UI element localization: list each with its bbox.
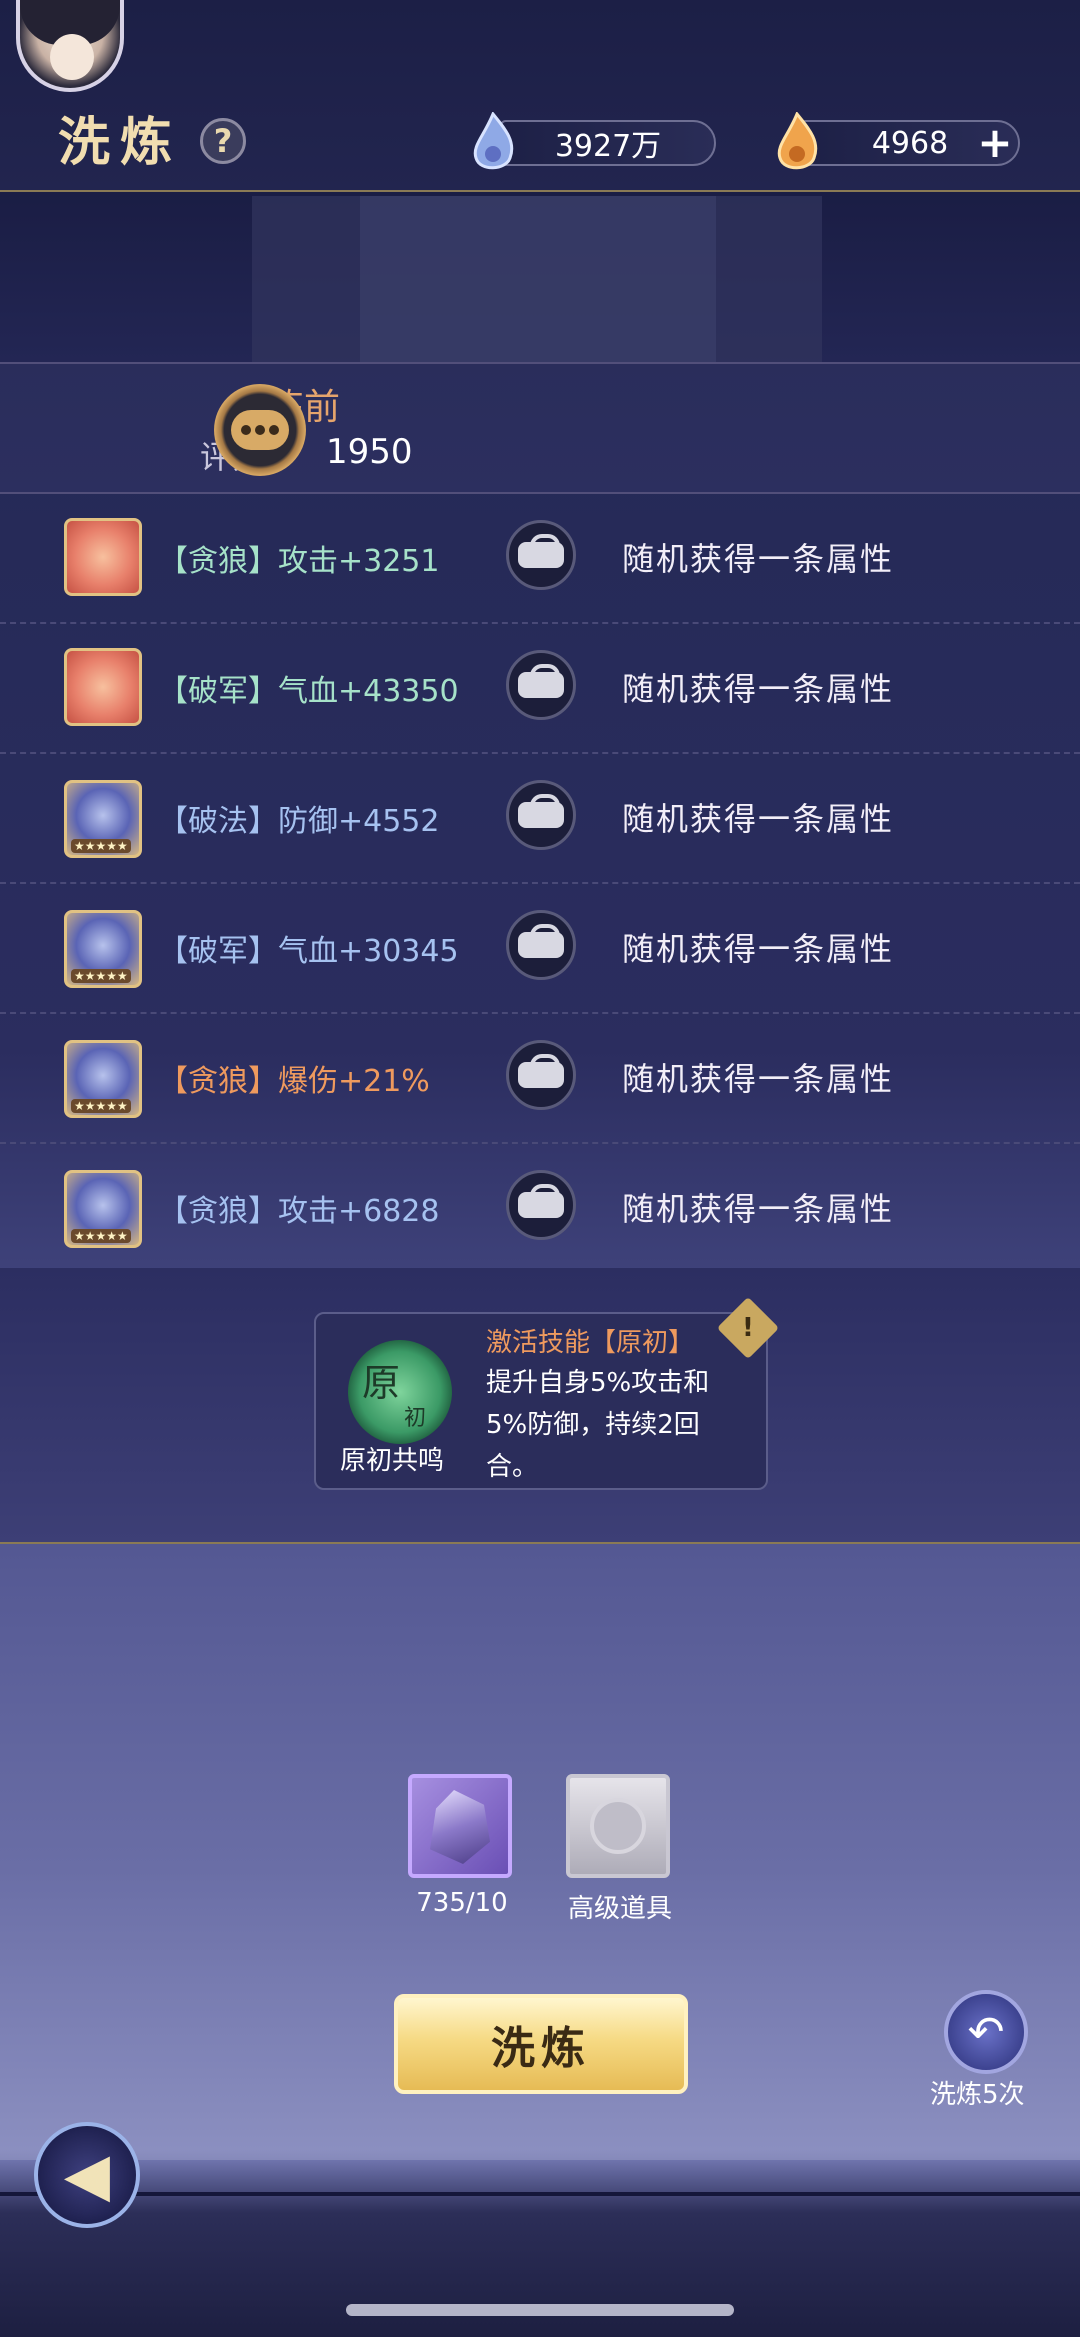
- warning-mark: !: [742, 1312, 754, 1343]
- random-attribute-text: 随机获得一条属性: [622, 1060, 895, 1098]
- footer-divider: [0, 2192, 1080, 2196]
- lock-icon: [518, 534, 564, 568]
- equipment-icon[interactable]: ★★★★★: [64, 1040, 142, 1118]
- attribute-text: 【贪狼】爆伤+21%: [158, 1064, 430, 1099]
- score-value: 1950: [326, 432, 413, 472]
- banner-emblem: [360, 196, 716, 364]
- star-badge-icon: ★★★★★: [71, 969, 131, 983]
- silver-flame-icon: [473, 112, 514, 170]
- page-title: 洗炼: [58, 112, 183, 173]
- advanced-item-label: 高级道具: [567, 1894, 672, 1924]
- lock-icon: [518, 1054, 564, 1088]
- equipment-icon[interactable]: ★★★★★: [64, 780, 142, 858]
- lock-icon: [518, 794, 564, 828]
- undo-arrow-icon: ↶: [967, 2006, 1005, 2058]
- attribute-text: 【破法】防御+4552: [158, 804, 440, 839]
- random-attribute-text: 随机获得一条属性: [622, 800, 895, 838]
- lock-toggle[interactable]: [506, 910, 576, 980]
- lock-toggle[interactable]: [506, 1170, 576, 1240]
- lock-icon: [518, 1184, 564, 1218]
- add-gold-icon[interactable]: +: [975, 122, 1015, 164]
- lock-icon: [518, 664, 564, 698]
- attribute-text: 【破军】气血+30345: [158, 934, 459, 969]
- skill-name: 原初共鸣: [340, 1446, 445, 1476]
- lock-toggle[interactable]: [506, 1040, 576, 1110]
- help-icon[interactable]: ?: [200, 118, 246, 164]
- star-badge-icon: ★★★★★: [71, 1099, 131, 1113]
- chat-icon: [231, 410, 289, 450]
- lock-toggle[interactable]: [506, 650, 576, 720]
- random-attribute-text: 随机获得一条属性: [622, 930, 895, 968]
- rating-area: [0, 362, 1080, 494]
- refine-five-label: 洗炼5次: [930, 2080, 1025, 2110]
- equipment-icon[interactable]: ★★★★★: [64, 1170, 142, 1248]
- silver-amount: 3927万: [554, 129, 662, 164]
- attribute-text: 【贪狼】攻击+3251: [158, 544, 440, 579]
- skill-title: 激活技能【原初】: [486, 1328, 695, 1358]
- home-indicator[interactable]: [346, 2304, 734, 2316]
- skill-badge-main-text: 原: [362, 1361, 401, 1405]
- random-attribute-text: 随机获得一条属性: [622, 1190, 895, 1228]
- random-attribute-text: 随机获得一条属性: [622, 540, 895, 578]
- star-badge-icon: ★★★★★: [71, 1229, 131, 1243]
- star-badge-icon: ★★★★★: [71, 839, 131, 853]
- lock-icon: [518, 924, 564, 958]
- random-attribute-text: 随机获得一条属性: [622, 670, 895, 708]
- gold-amount: 4968: [871, 125, 949, 161]
- refine-five-button[interactable]: ↶: [944, 1990, 1028, 2074]
- skill-description: 提升自身5%攻击和5%防御，持续2回合。: [486, 1368, 710, 1482]
- gold-flame-icon: [777, 112, 818, 170]
- lock-toggle[interactable]: [506, 520, 576, 590]
- equipment-icon[interactable]: [64, 518, 142, 596]
- attribute-text: 【贪狼】攻击+6828: [158, 1194, 440, 1229]
- back-button[interactable]: ◀: [34, 2122, 140, 2228]
- advanced-item-icon: [590, 1798, 646, 1854]
- attribute-text: 【破军】气血+43350: [158, 674, 459, 709]
- silver-currency: 3927万: [500, 120, 716, 166]
- refine-button-label: 洗炼: [491, 2023, 591, 2074]
- skill-badge-sub-text: 初: [404, 1406, 427, 1431]
- material-count: 735/10: [416, 1888, 508, 1918]
- lock-toggle[interactable]: [506, 780, 576, 850]
- equipment-icon[interactable]: [64, 648, 142, 726]
- avatar-face: [50, 34, 94, 80]
- equipment-icon[interactable]: ★★★★★: [64, 910, 142, 988]
- back-arrow-icon: ◀: [63, 2140, 111, 2210]
- refine-button[interactable]: 洗炼: [394, 1994, 688, 2094]
